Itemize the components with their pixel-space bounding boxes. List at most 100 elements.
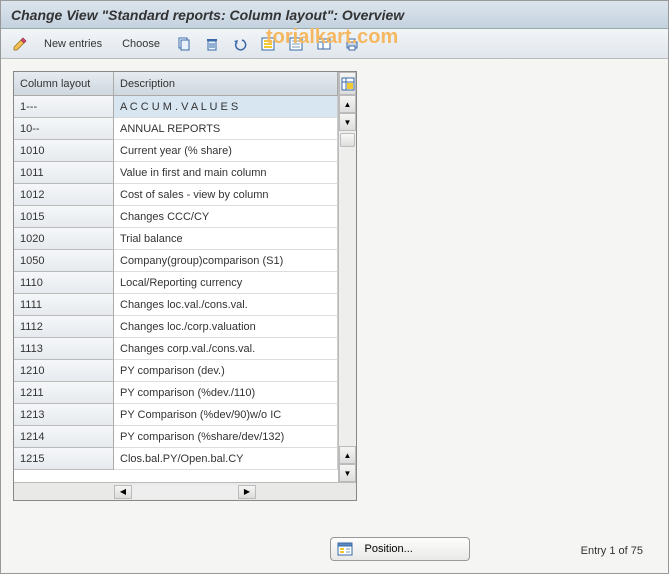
position-icon: [337, 541, 353, 557]
cell-description[interactable]: Clos.bal.PY/Open.bal.CY: [114, 448, 338, 470]
table-row[interactable]: 1012Cost of sales - view by column: [14, 184, 338, 206]
print-icon: [344, 36, 360, 52]
table-wrapper: Column layout Description 1---A C C U M …: [13, 71, 357, 501]
scroll-thumb[interactable]: [340, 133, 355, 147]
undo-button[interactable]: [227, 33, 253, 55]
cell-column-layout[interactable]: 1050: [14, 250, 114, 272]
cell-description[interactable]: Value in first and main column: [114, 162, 338, 184]
triangle-up-icon: ▲: [344, 451, 352, 460]
table-row[interactable]: 1---A C C U M . V A L U E S: [14, 96, 338, 118]
page-title: Change View "Standard reports: Column la…: [1, 1, 668, 29]
select-all-button[interactable]: [255, 33, 281, 55]
cell-description[interactable]: Trial balance: [114, 228, 338, 250]
undo-icon: [232, 36, 248, 52]
cell-column-layout[interactable]: 1012: [14, 184, 114, 206]
vertical-scrollbar: ▲ ▼ ▲ ▼: [338, 72, 356, 482]
cell-description[interactable]: PY Comparison (%dev/90)w/o IC: [114, 404, 338, 426]
table-row[interactable]: 1011Value in first and main column: [14, 162, 338, 184]
edit-button[interactable]: [7, 33, 33, 55]
header-column-layout[interactable]: Column layout: [14, 72, 114, 95]
triangle-down-icon: ▼: [344, 118, 352, 127]
triangle-right-icon: ▶: [244, 487, 250, 496]
cell-column-layout[interactable]: 1210: [14, 360, 114, 382]
table-config-icon: [341, 77, 355, 91]
scroll-up2-button[interactable]: ▲: [339, 446, 356, 464]
scroll-down2-button[interactable]: ▼: [339, 464, 356, 482]
scroll-right-button[interactable]: ▶: [238, 485, 256, 499]
horizontal-scrollbar: ◀ ▶: [14, 482, 356, 500]
config-button[interactable]: [311, 33, 337, 55]
cell-description[interactable]: ANNUAL REPORTS: [114, 118, 338, 140]
cell-description[interactable]: Changes loc./corp.valuation: [114, 316, 338, 338]
cell-column-layout[interactable]: 1010: [14, 140, 114, 162]
table-row[interactable]: 1110Local/Reporting currency: [14, 272, 338, 294]
deselect-all-icon: [288, 36, 304, 52]
cell-column-layout[interactable]: 1111: [14, 294, 114, 316]
copy-icon: [176, 36, 192, 52]
cell-column-layout[interactable]: 1211: [14, 382, 114, 404]
table-row[interactable]: 1112Changes loc./corp.valuation: [14, 316, 338, 338]
deselect-all-button[interactable]: [283, 33, 309, 55]
cell-description[interactable]: Company(group)comparison (S1): [114, 250, 338, 272]
cell-column-layout[interactable]: 1214: [14, 426, 114, 448]
table-row[interactable]: 1020Trial balance: [14, 228, 338, 250]
choose-button[interactable]: Choose: [113, 33, 169, 55]
cell-description[interactable]: Local/Reporting currency: [114, 272, 338, 294]
cell-description[interactable]: Changes CCC/CY: [114, 206, 338, 228]
table-config-button[interactable]: [339, 72, 356, 95]
entry-count: Entry 1 of 75: [581, 545, 643, 557]
table-row[interactable]: 1213PY Comparison (%dev/90)w/o IC: [14, 404, 338, 426]
hscroll-track[interactable]: [132, 485, 238, 499]
cell-column-layout[interactable]: 1015: [14, 206, 114, 228]
table-settings-icon: [316, 36, 332, 52]
triangle-up-icon: ▲: [344, 100, 352, 109]
delete-button[interactable]: [199, 33, 225, 55]
cell-column-layout[interactable]: 10--: [14, 118, 114, 140]
scroll-track[interactable]: [339, 131, 356, 446]
table-row[interactable]: 1214PY comparison (%share/dev/132): [14, 426, 338, 448]
table-row[interactable]: 1215Clos.bal.PY/Open.bal.CY: [14, 448, 338, 470]
table-row[interactable]: 1050Company(group)comparison (S1): [14, 250, 338, 272]
pencil-icon: [12, 36, 28, 52]
table-row[interactable]: 1211PY comparison (%dev./110): [14, 382, 338, 404]
scroll-left-button[interactable]: ◀: [114, 485, 132, 499]
table-row[interactable]: 1010Current year (% share): [14, 140, 338, 162]
position-label: Position...: [365, 543, 413, 555]
position-button[interactable]: Position...: [330, 537, 470, 561]
cell-description[interactable]: Cost of sales - view by column: [114, 184, 338, 206]
print-button[interactable]: [339, 33, 365, 55]
table-row[interactable]: 1210PY comparison (dev.): [14, 360, 338, 382]
table-row[interactable]: 1111Changes loc.val./cons.val.: [14, 294, 338, 316]
cell-column-layout[interactable]: 1112: [14, 316, 114, 338]
triangle-down-icon: ▼: [344, 469, 352, 478]
cell-description[interactable]: Changes loc.val./cons.val.: [114, 294, 338, 316]
cell-column-layout[interactable]: 1215: [14, 448, 114, 470]
scroll-down-button[interactable]: ▼: [339, 113, 356, 131]
copy-button[interactable]: [171, 33, 197, 55]
trash-icon: [204, 36, 220, 52]
cell-column-layout[interactable]: 1113: [14, 338, 114, 360]
table-row[interactable]: 1015Changes CCC/CY: [14, 206, 338, 228]
cell-column-layout[interactable]: 1011: [14, 162, 114, 184]
cell-column-layout[interactable]: 1020: [14, 228, 114, 250]
column-layout-table: Column layout Description 1---A C C U M …: [14, 72, 338, 482]
select-all-icon: [260, 36, 276, 52]
content-area: Column layout Description 1---A C C U M …: [1, 59, 668, 573]
header-description[interactable]: Description: [114, 72, 338, 95]
table-row[interactable]: 1113Changes corp.val./cons.val.: [14, 338, 338, 360]
cell-description[interactable]: PY comparison (%share/dev/132): [114, 426, 338, 448]
choose-label: Choose: [122, 38, 160, 50]
cell-description[interactable]: A C C U M . V A L U E S: [114, 96, 338, 118]
new-entries-button[interactable]: New entries: [35, 33, 111, 55]
new-entries-label: New entries: [44, 38, 102, 50]
cell-description[interactable]: PY comparison (%dev./110): [114, 382, 338, 404]
triangle-left-icon: ◀: [120, 487, 126, 496]
cell-description[interactable]: PY comparison (dev.): [114, 360, 338, 382]
cell-column-layout[interactable]: 1---: [14, 96, 114, 118]
cell-description[interactable]: Current year (% share): [114, 140, 338, 162]
cell-description[interactable]: Changes corp.val./cons.val.: [114, 338, 338, 360]
cell-column-layout[interactable]: 1213: [14, 404, 114, 426]
scroll-up-button[interactable]: ▲: [339, 95, 356, 113]
table-row[interactable]: 10--ANNUAL REPORTS: [14, 118, 338, 140]
cell-column-layout[interactable]: 1110: [14, 272, 114, 294]
